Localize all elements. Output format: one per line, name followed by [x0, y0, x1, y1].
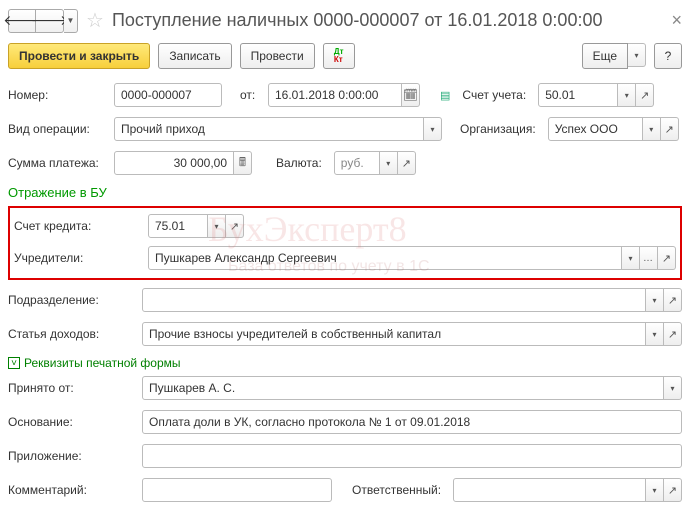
number-label: Номер:: [8, 88, 108, 102]
op-type-label: Вид операции:: [8, 122, 108, 136]
account-label: Счет учета:: [462, 88, 526, 102]
calendar-icon[interactable]: 🗓: [402, 83, 420, 107]
attachment-label: Приложение:: [8, 449, 136, 463]
forward-button[interactable]: 🡒: [36, 9, 64, 33]
more-dropdown[interactable]: ▾: [628, 43, 646, 67]
page-title: Поступление наличных 0000-000007 от 16.0…: [112, 10, 666, 31]
department-open-icon[interactable]: ↗: [664, 288, 682, 312]
calculator-icon[interactable]: 🖩: [234, 151, 252, 175]
highlight-box: Счет кредита: 75.01 ▾ ↗ Учредители: Пушк…: [8, 206, 682, 280]
credit-account-open-icon[interactable]: ↗: [226, 214, 244, 238]
nav-dropdown[interactable]: ▼: [64, 9, 78, 33]
number-field[interactable]: 0000-000007: [114, 83, 222, 107]
comment-field[interactable]: [142, 478, 332, 502]
founders-field[interactable]: Пушкарев Александр Сергеевич: [148, 246, 622, 270]
received-from-label: Принято от:: [8, 381, 136, 395]
income-item-field[interactable]: Прочие взносы учредителей в собственный …: [142, 322, 646, 346]
ref-icon: ▤: [440, 89, 450, 102]
currency-label: Валюта:: [276, 156, 322, 170]
account-field[interactable]: 50.01: [538, 83, 618, 107]
attachment-field[interactable]: [142, 444, 682, 468]
basis-label: Основание:: [8, 415, 136, 429]
amount-field[interactable]: 30 000,00: [114, 151, 234, 175]
credit-account-label: Счет кредита:: [14, 219, 142, 233]
org-open-icon[interactable]: ↗: [661, 117, 679, 141]
received-from-field[interactable]: Пушкарев А. С.: [142, 376, 664, 400]
print-requisites-toggle[interactable]: ˅ Реквизиты печатной формы: [8, 356, 682, 370]
op-type-dropdown[interactable]: ▾: [424, 117, 442, 141]
currency-dropdown[interactable]: ▾: [380, 151, 398, 175]
income-item-open-icon[interactable]: ↗: [664, 322, 682, 346]
responsible-label: Ответственный:: [352, 483, 441, 497]
comment-label: Комментарий:: [8, 483, 136, 497]
write-button[interactable]: Записать: [158, 43, 231, 69]
founders-label: Учредители:: [14, 251, 142, 265]
responsible-open-icon[interactable]: ↗: [664, 478, 682, 502]
basis-field[interactable]: Оплата доли в УК, согласно протокола № 1…: [142, 410, 682, 434]
account-open-icon[interactable]: ↗: [636, 83, 654, 107]
dt-kt-button[interactable]: ДтКт: [323, 43, 355, 69]
section-bu-title: Отражение в БУ: [8, 185, 682, 200]
post-and-close-button[interactable]: Провести и закрыть: [8, 43, 150, 69]
date-field[interactable]: 16.01.2018 0:00:00: [268, 83, 402, 107]
department-label: Подразделение:: [8, 293, 136, 307]
founders-open-icon[interactable]: ↗: [658, 246, 676, 270]
founders-select-icon[interactable]: …: [640, 246, 658, 270]
currency-field: руб.: [334, 151, 380, 175]
currency-open-icon[interactable]: ↗: [398, 151, 416, 175]
department-dropdown[interactable]: ▾: [646, 288, 664, 312]
founders-dropdown[interactable]: ▾: [622, 246, 640, 270]
account-dropdown[interactable]: ▾: [618, 83, 636, 107]
org-label: Организация:: [460, 122, 536, 136]
print-requisites-label: Реквизиты печатной формы: [24, 356, 181, 370]
responsible-dropdown[interactable]: ▾: [646, 478, 664, 502]
credit-account-field[interactable]: 75.01: [148, 214, 208, 238]
chevron-down-icon: ˅: [8, 357, 20, 369]
org-field[interactable]: Успех ООО: [548, 117, 643, 141]
received-from-dropdown[interactable]: ▾: [664, 376, 682, 400]
help-button[interactable]: ?: [654, 43, 682, 69]
favorite-star-icon[interactable]: ☆: [86, 8, 104, 33]
close-icon[interactable]: ×: [671, 10, 682, 31]
department-field[interactable]: [142, 288, 646, 312]
amount-label: Сумма платежа:: [8, 156, 108, 170]
post-button[interactable]: Провести: [240, 43, 315, 69]
op-type-field[interactable]: Прочий приход: [114, 117, 424, 141]
org-dropdown[interactable]: ▾: [643, 117, 661, 141]
income-item-dropdown[interactable]: ▾: [646, 322, 664, 346]
from-label: от:: [240, 88, 262, 102]
income-item-label: Статья доходов:: [8, 327, 136, 341]
more-button[interactable]: Еще: [582, 43, 628, 69]
responsible-field[interactable]: [453, 478, 646, 502]
credit-account-dropdown[interactable]: ▾: [208, 214, 226, 238]
